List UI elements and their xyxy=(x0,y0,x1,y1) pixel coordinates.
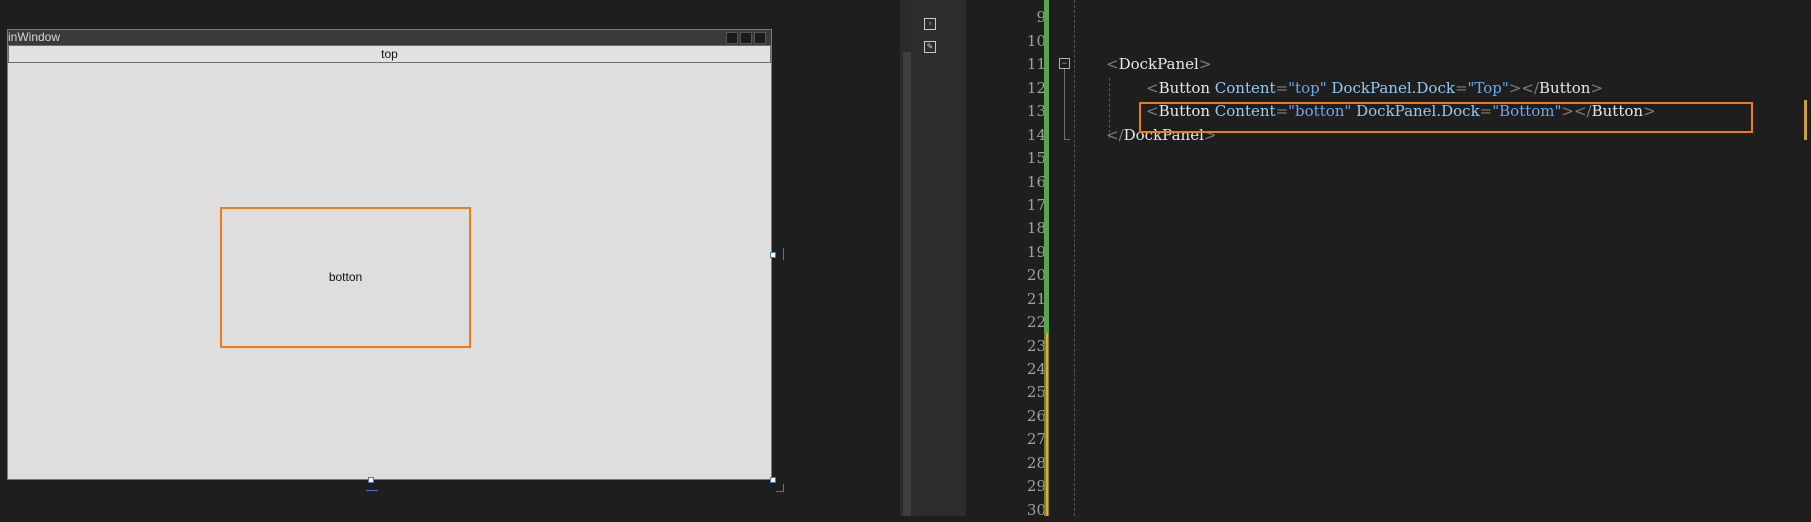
line-number: 17 xyxy=(1026,196,1046,214)
xaml-code-editor[interactable]: 9 10 11 12 13 14 15 16 17 18 19 20 21 22… xyxy=(966,0,1811,519)
token-element: Button xyxy=(1158,79,1211,97)
line-number: 23 xyxy=(1026,337,1046,355)
close-icon[interactable] xyxy=(754,32,766,44)
code-area[interactable]: <DockPanel> <Button Content="top" DockPa… xyxy=(1106,0,1806,516)
line-number: 26 xyxy=(1026,407,1046,425)
token-bracket: < xyxy=(1106,55,1119,73)
line-number: 25 xyxy=(1026,383,1046,401)
line-number: 9 xyxy=(1036,8,1046,26)
resize-handle-bottom[interactable] xyxy=(368,477,374,483)
xaml-designer-pane: inWindow top botton xyxy=(0,0,900,516)
token-bracket: ></ xyxy=(1508,79,1540,97)
token-attribute: DockPanel.Dock xyxy=(1331,79,1455,97)
resize-handle-corner[interactable] xyxy=(770,477,776,483)
line-number: 19 xyxy=(1026,243,1046,261)
maximize-icon[interactable] xyxy=(740,32,752,44)
fold-region-line xyxy=(1064,69,1065,139)
split-toolbar: ▫ ✎ xyxy=(914,0,966,516)
annotation-highlight-box xyxy=(1139,102,1753,133)
line-number: 11 xyxy=(1026,55,1046,73)
token-equals: = xyxy=(1454,79,1468,97)
line-number: 13 xyxy=(1026,102,1046,120)
code-line-12[interactable]: <Button Content="top" DockPanel.Dock="To… xyxy=(1146,77,1603,100)
line-number: 29 xyxy=(1026,477,1046,495)
line-number: 18 xyxy=(1026,219,1046,237)
token-element: DockPanel xyxy=(1118,55,1199,73)
designer-scrollbar[interactable] xyxy=(900,0,914,516)
window-title: inWindow xyxy=(8,30,61,44)
token-bracket: < xyxy=(1146,79,1159,97)
scroll-change-marker xyxy=(1804,100,1807,140)
xaml-edit-icon[interactable]: ✎ xyxy=(924,41,936,53)
line-number: 22 xyxy=(1026,313,1046,331)
line-number: 15 xyxy=(1026,149,1046,167)
line-number: 28 xyxy=(1026,454,1046,472)
line-number: 27 xyxy=(1026,430,1046,448)
collapse-icon[interactable]: − xyxy=(1059,58,1070,69)
line-number: 14 xyxy=(1026,126,1046,144)
window-titlebar[interactable]: inWindow xyxy=(8,30,771,45)
unsaved-changes-bar-inner xyxy=(1046,333,1048,516)
token-value: "Top" xyxy=(1467,79,1509,97)
outline-guide xyxy=(1074,0,1076,516)
size-guide-bottom xyxy=(366,490,378,491)
editor-scrollbar[interactable] xyxy=(1801,0,1811,516)
line-number: 20 xyxy=(1026,266,1046,284)
line-number: 21 xyxy=(1026,290,1046,308)
size-guide-right xyxy=(783,248,784,260)
token-bracket: </ xyxy=(1106,126,1124,144)
token-bracket: > xyxy=(1590,79,1604,97)
token-attribute: Content xyxy=(1214,79,1276,97)
designer-scroll-thumb[interactable] xyxy=(903,52,911,516)
saved-changes-bar xyxy=(1044,0,1049,333)
resize-handle-right[interactable] xyxy=(770,252,776,258)
line-number: 30 xyxy=(1026,501,1046,519)
token-equals: = xyxy=(1275,79,1289,97)
line-number: 24 xyxy=(1026,360,1046,378)
top-button[interactable]: top xyxy=(8,45,771,63)
token-value: "top" xyxy=(1288,79,1327,97)
token-bracket: > xyxy=(1198,55,1212,73)
line-number: 10 xyxy=(1026,32,1046,50)
line-number-gutter: 9 10 11 12 13 14 15 16 17 18 19 20 21 22… xyxy=(966,0,1046,519)
line-number: 12 xyxy=(1026,79,1046,97)
designer-view-icon[interactable]: ▫ xyxy=(924,18,936,30)
fold-region-end xyxy=(1064,139,1070,140)
code-line-11[interactable]: <DockPanel> xyxy=(1106,53,1211,76)
size-guide-corner-h xyxy=(776,491,784,492)
minimize-icon[interactable] xyxy=(726,32,738,44)
line-number: 16 xyxy=(1026,173,1046,191)
token-element: Button xyxy=(1539,79,1591,97)
wpf-window-preview[interactable]: inWindow top botton xyxy=(7,29,772,480)
bottom-button[interactable]: botton xyxy=(220,207,471,348)
